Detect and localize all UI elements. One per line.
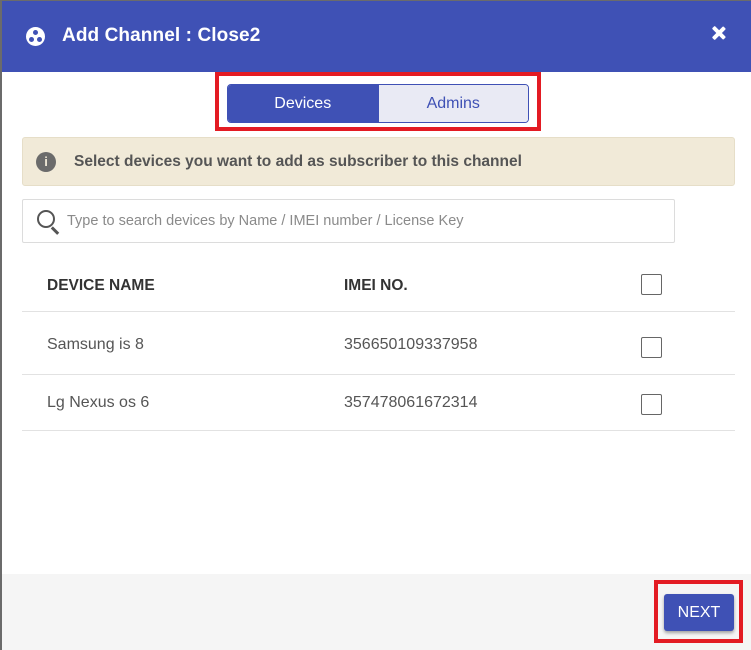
- channel-icon: [26, 27, 45, 46]
- tab-admins[interactable]: Admins: [377, 85, 528, 122]
- dialog-header: Add Channel : Close2: [2, 1, 751, 72]
- table-row[interactable]: Lg Nexus os 6 357478061672314: [22, 375, 735, 431]
- device-name-cell: Lg Nexus os 6: [47, 394, 150, 411]
- devices-table: DEVICE NAME IMEI NO. Samsung is 8 356650…: [22, 258, 735, 431]
- search-input[interactable]: [67, 210, 662, 232]
- imei-cell: 357478061672314: [344, 394, 478, 411]
- dialog-footer: [2, 574, 751, 650]
- next-button[interactable]: NEXT: [664, 594, 734, 631]
- add-channel-dialog: Add Channel : Close2 Devices Admins i Se…: [0, 0, 751, 650]
- dialog-title: Add Channel : Close2: [62, 25, 261, 46]
- imei-cell: 356650109337958: [344, 336, 478, 353]
- info-text: Select devices you want to add as subscr…: [74, 153, 522, 170]
- close-icon[interactable]: [709, 23, 729, 43]
- info-banner: i Select devices you want to add as subs…: [22, 137, 735, 186]
- table-row[interactable]: Samsung is 8 356650109337958: [22, 312, 735, 375]
- column-header-device-name: DEVICE NAME: [47, 277, 155, 294]
- row-checkbox[interactable]: [641, 394, 662, 415]
- search-box: [22, 199, 675, 243]
- device-name-cell: Samsung is 8: [47, 336, 144, 353]
- table-header-row: DEVICE NAME IMEI NO.: [22, 258, 735, 312]
- column-header-imei: IMEI NO.: [344, 277, 408, 294]
- info-icon: i: [36, 152, 56, 172]
- tab-devices[interactable]: Devices: [228, 85, 378, 122]
- tab-switcher: Devices Admins: [227, 84, 529, 123]
- select-all-checkbox[interactable]: [641, 274, 662, 295]
- search-icon: [37, 210, 55, 228]
- row-checkbox[interactable]: [641, 337, 662, 358]
